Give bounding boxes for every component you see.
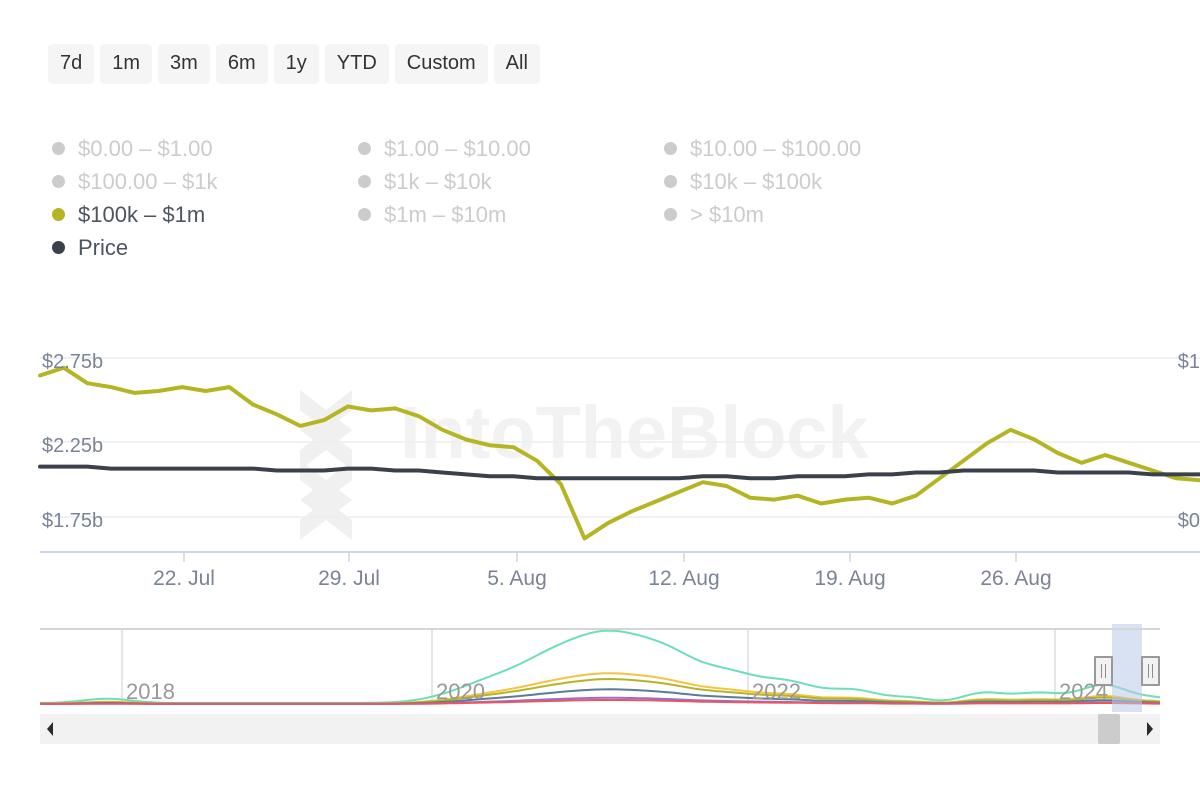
- navigator-selection[interactable]: [1112, 624, 1142, 712]
- navigator-year-label: 2020: [436, 679, 485, 704]
- navigator-preview: [40, 624, 1160, 712]
- legend-dot-icon: [52, 175, 65, 188]
- x-axis-tick-label: 19. Aug: [814, 567, 886, 590]
- range-button-ytd[interactable]: YTD: [324, 44, 389, 84]
- legend-dot-icon: [52, 208, 65, 221]
- series-line-0: [38, 365, 1200, 541]
- legend-item-8[interactable]: > $10m: [664, 202, 970, 228]
- x-axis-labels: 22. Jul 29. Jul 5. Aug 12. Aug 19. Aug 26. Au…: [0, 552, 1200, 590]
- range-button-3m[interactable]: 3m: [158, 44, 210, 84]
- legend-item-label: $1k – $10k: [384, 168, 492, 194]
- legend-item-7[interactable]: $1m – $10m: [358, 202, 664, 228]
- chart-widget: 7d 1m 3m 6m 1y YTD Custom All $0.00 – $1.00 $1.0…: [0, 0, 1200, 800]
- navigator-year-label: 2018: [126, 679, 175, 704]
- legend-item-9[interactable]: Price: [52, 235, 358, 261]
- scroll-right-arrow[interactable]: [1140, 714, 1160, 744]
- range-button-1y[interactable]: 1y: [273, 44, 319, 84]
- range-button-6m[interactable]: 6m: [215, 44, 268, 84]
- x-axis-tick-label: 5. Aug: [487, 567, 547, 590]
- legend-dot-icon: [358, 208, 371, 221]
- range-button-1m[interactable]: 1m: [100, 44, 153, 84]
- navigator-year-label: 2022: [752, 679, 801, 704]
- legend-item-6[interactable]: $100k – $1m: [52, 202, 358, 228]
- legend-item-1[interactable]: $1.00 – $10.00: [358, 136, 664, 162]
- range-button-custom[interactable]: Custom: [394, 44, 488, 84]
- x-axis-tick-label: 26. Aug: [980, 567, 1052, 590]
- x-axis-tick-label: 29. Jul: [318, 567, 380, 590]
- legend-item-label: $10.00 – $100.00: [690, 135, 862, 161]
- legend-item-label: $10k – $100k: [690, 168, 823, 194]
- legend-dot-icon: [664, 142, 677, 155]
- y-axis-label-bottom: $1.75b: [42, 510, 104, 532]
- legend-item-label: > $10m: [690, 201, 764, 227]
- legend-dot-icon: [358, 175, 371, 188]
- legend-item-label: $1.00 – $10.00: [384, 135, 531, 161]
- legend-item-label: $100k – $1m: [78, 201, 206, 227]
- legend-item-5[interactable]: $10k – $100k: [664, 169, 970, 195]
- legend-dot-icon: [52, 241, 65, 254]
- handle-grip-icon: [1152, 664, 1153, 678]
- legend-dot-icon: [358, 142, 371, 155]
- legend-dot-icon: [664, 175, 677, 188]
- chart-plot: [38, 357, 1200, 562]
- chart-scrollbar[interactable]: [40, 714, 1160, 744]
- range-button-all[interactable]: All: [493, 44, 540, 84]
- legend-item-label: Price: [78, 234, 129, 260]
- handle-grip-icon: [1101, 664, 1102, 678]
- y-axis-right-label-top: $1: [1177, 351, 1200, 373]
- legend-item-4[interactable]: $1k – $10k: [358, 169, 664, 195]
- chart-navigator[interactable]: 2018 2020 2022 2024: [40, 624, 1160, 712]
- navigator-handle-left[interactable]: [1094, 656, 1113, 686]
- legend-item-label: $1m – $10m: [384, 201, 507, 227]
- handle-grip-icon: [1105, 664, 1106, 678]
- series-line-1: [38, 464, 1200, 481]
- legend-item-label: $100.00 – $1k: [78, 168, 218, 194]
- legend-dot-icon: [52, 142, 65, 155]
- range-selector: 7d 1m 3m 6m 1y YTD Custom All: [48, 44, 540, 84]
- legend-item-label: $0.00 – $1.00: [78, 135, 213, 161]
- legend-dot-icon: [664, 208, 677, 221]
- legend-item-2[interactable]: $10.00 – $100.00: [664, 136, 970, 162]
- y-axis-label-mid: $2.25b: [42, 435, 104, 457]
- legend-item-3[interactable]: $100.00 – $1k: [52, 169, 358, 195]
- range-button-7d[interactable]: 7d: [48, 44, 95, 84]
- scrollbar-track[interactable]: [60, 714, 1140, 744]
- scroll-left-arrow[interactable]: [40, 714, 60, 744]
- main-chart[interactable]: IntoTheBlock $2.75b $2.25b $1.75b $1 $0 …: [0, 330, 1200, 590]
- y-axis-right-label-bottom: $0: [1177, 510, 1200, 532]
- chart-legend: $0.00 – $1.00 $1.00 – $10.00 $10.00 – $100…: [52, 132, 1052, 264]
- legend-item-0[interactable]: $0.00 – $1.00: [52, 136, 358, 162]
- handle-grip-icon: [1148, 664, 1149, 678]
- scrollbar-thumb[interactable]: [1098, 714, 1120, 744]
- navigator-handle-right[interactable]: [1141, 656, 1160, 686]
- x-axis-tick-label: 22. Jul: [153, 567, 215, 590]
- x-axis-tick-label: 12. Aug: [648, 567, 720, 590]
- y-axis-label-top: $2.75b: [42, 351, 104, 373]
